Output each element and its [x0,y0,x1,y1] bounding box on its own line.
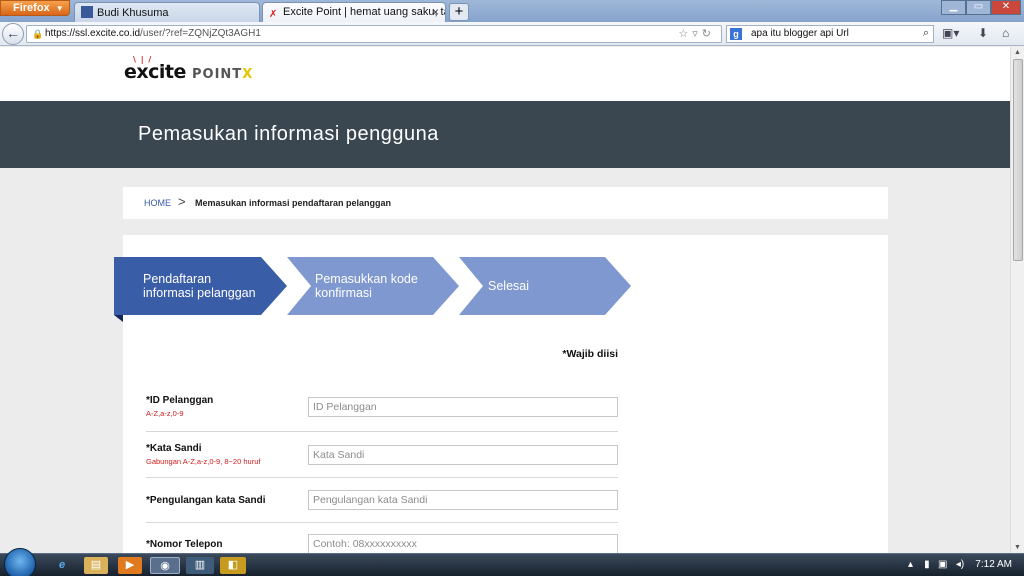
step-confirmation-code: Pemasukkan kode konfirmasi [287,257,459,315]
step-finished: Selesai [459,257,631,315]
breadcrumb-home-link[interactable]: HOME [144,198,171,208]
scroll-up-icon[interactable]: ▲ [1014,49,1021,56]
excite-point-logo[interactable]: \ | / excite POINTX [124,55,252,83]
firefox-taskbar-icon[interactable]: ◉ [150,557,180,574]
search-icon[interactable]: ⌕ [923,27,929,40]
url-path: /user/?ref=ZQNjZQt3AGH1 [140,28,261,39]
close-icon[interactable]: × [432,5,439,19]
firefox-menu-button[interactable]: Firefox ▼ [0,0,70,16]
logo-text: excite [124,61,186,83]
page-title: Pemasukan informasi pengguna [138,123,439,145]
start-button[interactable] [4,548,36,576]
facebook-icon [81,6,93,18]
bookmark-star-icon[interactable]: ☆▿↻ [678,27,715,40]
file-explorer-icon[interactable]: ▤ [84,557,108,574]
address-bar[interactable]: 🔒 https://ssl.excite.co.id/user/?ref=ZQN… [26,25,722,43]
password-input[interactable] [308,445,618,465]
home-icon[interactable]: ⌂ [1002,26,1009,40]
step-fold [114,315,123,322]
system-tray: ▴ ▮ ▣ ◂) 7:12 AM [908,559,1012,570]
tab-facebook[interactable]: Budi Khusuma [74,2,260,22]
lock-icon: 🔒 [32,29,44,39]
volume-icon[interactable]: ◂) [956,559,964,570]
row-divider [146,477,618,478]
chevron-right-icon: > [178,194,186,209]
password-hint: Gabungan A-Z,a-z,0-9, 8~20 huruf [146,457,261,466]
firefox-menu-label: Firefox [13,2,50,14]
scroll-down-icon[interactable]: ▼ [1014,544,1021,551]
scrollbar-thumb[interactable] [1013,59,1023,261]
phone-number-input[interactable] [308,534,618,553]
clock[interactable]: 7:12 AM [975,559,1012,570]
step-label-line2: informasi pelanggan [143,286,256,300]
logo-point: POINT [192,67,243,82]
page-scrollbar[interactable]: ▲ ▼ [1010,47,1024,553]
battery-icon[interactable]: ▮ [924,559,930,570]
registration-panel: Pendaftaran informasi pelanggan Pemasukk… [114,235,888,553]
maximize-button[interactable]: ▭ [966,0,991,15]
repeat-password-input[interactable] [308,490,618,510]
internet-explorer-icon[interactable]: e [50,557,74,574]
customer-id-input[interactable] [308,397,618,417]
step-label-line1: Pemasukkan kode [315,272,418,286]
customer-id-label: *ID Pelanggan [146,395,214,406]
minimize-button[interactable]: ▁ [941,0,966,15]
step-label-line1: Pendaftaran [143,272,212,286]
media-player-icon[interactable]: ▶ [118,557,142,574]
bookmarks-icon[interactable]: ▣▾ [942,26,959,40]
tab-label: Excite Point | hemat uang saku, tamb... [283,6,445,18]
breadcrumb-current: Memasukan informasi pendaftaran pelangga… [195,198,392,208]
tab-excite-point[interactable]: ✗ Excite Point | hemat uang saku, tamb...… [262,2,446,22]
page-title-bar: Pemasukan informasi pengguna [0,101,1010,168]
browser-tab-bar: Firefox ▼ Budi Khusuma ✗ Excite Point | he… [0,0,1024,22]
step-label-line2: konfirmasi [315,286,372,300]
search-text: apa itu blogger api Url [751,28,849,39]
navigation-bar: ← 🔒 https://ssl.excite.co.id/user/?ref=Z… [0,22,1024,46]
tray-arrow-icon[interactable]: ▴ [908,559,913,570]
tab-label: Budi Khusuma [97,7,169,19]
row-divider [146,522,618,523]
step-customer-info: Pendaftaran informasi pelanggan [114,257,287,315]
url-host: https://ssl.excite.co.id [45,28,141,39]
site-header: \ | / excite POINTX [0,47,1010,101]
network-icon[interactable]: ▣ [938,559,947,570]
search-bar[interactable]: g apa itu blogger api Url ⌕ [726,25,934,43]
required-note: *Wajib diisi [562,348,618,360]
breadcrumb: HOME > Memasukan informasi pendaftaran p… [123,187,888,219]
web-page: \ | / excite POINTX Pemasukan informasi … [0,47,1010,553]
repeat-password-label: *Pengulangan kata Sandi [146,495,266,506]
excite-icon: ✗ [269,9,278,20]
paint-app-icon[interactable]: ◧ [220,557,246,574]
windows-taskbar: e ▤ ▶ ◉ ▥ ◧ ▴ ▮ ▣ ◂) 7:12 AM [0,548,1024,576]
new-tab-button[interactable]: + [449,3,469,21]
monitor-app-icon[interactable]: ▥ [186,557,214,574]
step-label-line1: Selesai [488,279,529,293]
row-divider [146,431,618,432]
back-button[interactable]: ← [2,23,24,45]
download-icon[interactable]: ⬇ [978,26,988,40]
logo-x: X [242,67,252,82]
close-window-button[interactable]: ✕ [991,0,1021,15]
google-icon: g [730,28,742,40]
customer-id-hint: A-Z,a-z,0-9 [146,409,184,418]
logo-spark-icon: \ | / [133,55,153,64]
chevron-down-icon: ▼ [55,4,64,13]
password-label: *Kata Sandi [146,443,202,454]
phone-number-label: *Nomor Telepon [146,539,223,550]
